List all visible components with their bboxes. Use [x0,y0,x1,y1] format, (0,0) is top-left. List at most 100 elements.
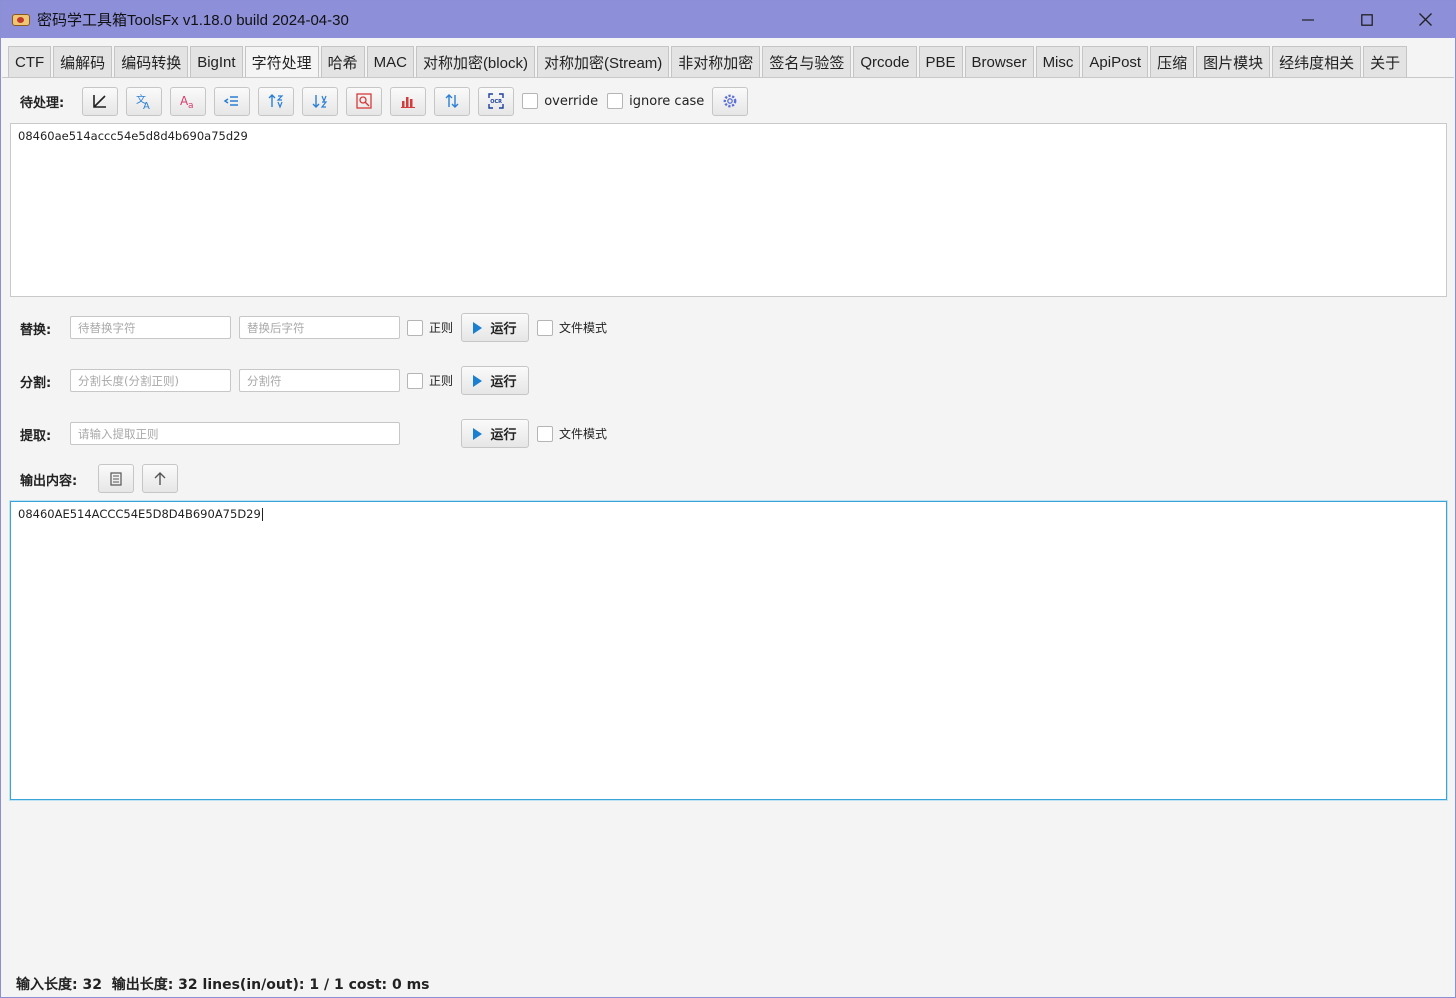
tab-string-process[interactable]: 字符处理 [244,46,319,78]
svg-text:A: A [143,101,150,110]
import-button[interactable] [82,86,119,116]
tab-encoding-convert[interactable]: 编码转换 [114,46,189,77]
title-bar[interactable]: 密码学工具箱ToolsFx v1.18.0 build 2024-04-30 [1,1,1455,38]
split-run-button[interactable]: 运行 [461,366,529,395]
tab-about[interactable]: 关于 [1363,46,1408,77]
app-window: 密码学工具箱ToolsFx v1.18.0 build 2024-04-30 C… [0,0,1456,998]
replace-label: 替换: [20,323,52,338]
play-icon [473,427,483,440]
output-text: 08460AE514ACCC54E5D8D4B690A75D29 [18,507,261,521]
tab-image[interactable]: 图片模块 [1196,46,1271,77]
svg-text:a: a [188,101,194,110]
svg-text:OCR: OCR [490,99,502,105]
override-checkbox[interactable] [522,93,539,109]
tab-geo[interactable]: 经纬度相关 [1272,46,1362,77]
ignore-case-label: ignore case [629,93,705,109]
extract-run-label: 运行 [490,428,517,443]
ignore-case-checkbox[interactable] [607,93,624,109]
tab-bigint[interactable]: BigInt [190,46,243,77]
tab-pbe[interactable]: PBE [918,46,963,77]
input-toolbar: 待处理: 文A Aa OCR override ignore case [20,86,756,116]
ocr-button[interactable]: OCR [478,86,515,116]
split-regex-checkbox[interactable] [407,372,423,389]
tab-symmetric-stream[interactable]: 对称加密(Stream) [536,46,670,77]
split-label: 分割: [20,376,52,391]
output-label: 输出内容: [20,474,78,489]
replace-file-mode-checkbox[interactable] [537,319,553,336]
app-logo-icon [12,12,30,28]
ocr-icon: OCR [488,93,504,109]
replace-file-mode-option[interactable]: 文件模式 [537,319,607,336]
extract-run-button[interactable]: 运行 [461,419,529,448]
swap-icon [445,94,459,108]
ignore-case-option[interactable]: ignore case [607,93,704,109]
tab-compress[interactable]: 压缩 [1150,46,1195,77]
input-textarea[interactable]: 08460ae514accc54e5d8d4b690a75d29 [10,123,1447,297]
sort-desc-button[interactable] [302,86,339,116]
extract-file-mode-option[interactable]: 文件模式 [537,425,607,442]
tab-misc[interactable]: Misc [1035,46,1081,77]
tab-apipost[interactable]: ApiPost [1082,46,1149,77]
tab-browser[interactable]: Browser [964,46,1034,77]
minimize-icon [1301,18,1314,21]
maximize-icon [1360,13,1373,26]
play-icon [473,321,483,334]
extract-regex-input[interactable]: 请输入提取正则 [70,422,400,445]
replace-regex-label: 正则 [429,321,454,335]
tab-divider [2,77,1454,78]
statistics-button[interactable] [390,86,427,116]
window-controls [1278,1,1455,38]
tab-ctf[interactable]: CTF [8,46,52,77]
translate-button[interactable]: 文A [126,86,163,116]
minimize-button[interactable] [1278,1,1337,38]
translate-icon: 文A [136,93,150,110]
case-convert-button[interactable]: Aa [170,86,207,116]
split-separator-input[interactable]: 分割符 [239,369,400,392]
split-regex-option[interactable]: 正则 [407,372,453,389]
replace-find-input[interactable]: 待替换字符 [70,316,231,339]
copy-icon [110,471,122,486]
output-textarea[interactable]: 08460AE514ACCC54E5D8D4B690A75D29 [10,501,1447,800]
override-option[interactable]: override [522,93,598,109]
move-up-button[interactable] [142,464,178,493]
tab-symmetric-block[interactable]: 对称加密(block) [415,46,535,77]
replace-with-input[interactable]: 替换后字符 [239,316,400,339]
tab-hash[interactable]: 哈希 [320,46,365,77]
settings-button[interactable] [712,86,749,116]
indent-icon [223,96,239,106]
tab-encode-decode[interactable]: 编解码 [53,46,113,77]
split-length-input[interactable]: 分割长度(分割正则) [70,369,231,392]
replace-regex-option[interactable]: 正则 [407,319,453,336]
arrow-up-icon [154,471,166,485]
copy-output-button[interactable] [98,464,134,493]
tab-asymmetric[interactable]: 非对称加密 [671,46,761,77]
tab-bar: CTF 编解码 编码转换 BigInt 字符处理 哈希 MAC 对称加密(blo… [8,46,1409,78]
extract-file-mode-checkbox[interactable] [537,425,553,442]
replace-regex-checkbox[interactable] [407,319,423,336]
close-icon [1419,13,1432,26]
sort-asc-icon [268,94,284,109]
replace-run-label: 运行 [490,322,517,337]
remove-duplicate-button[interactable] [346,86,383,116]
extract-label: 提取: [20,429,52,444]
tab-mac[interactable]: MAC [366,46,414,77]
chart-icon [401,97,416,108]
swap-button[interactable] [434,86,471,116]
window-title: 密码学工具箱ToolsFx v1.18.0 build 2024-04-30 [37,12,349,29]
tab-sign-verify[interactable]: 签名与验签 [762,46,852,77]
sort-asc-button[interactable] [258,86,295,116]
input-label: 待处理: [20,95,65,111]
indent-button[interactable] [214,86,251,116]
replace-run-button[interactable]: 运行 [461,313,529,342]
play-icon [473,374,483,387]
text-caret [261,508,263,521]
tab-qrcode[interactable]: Qrcode [853,46,917,77]
remove-duplicate-icon [356,93,372,109]
override-label: override [544,93,599,109]
close-button[interactable] [1396,1,1455,38]
case-icon: Aa [180,94,194,110]
import-icon [93,95,107,108]
maximize-button[interactable] [1337,1,1396,38]
input-text: 08460ae514accc54e5d8d4b690a75d29 [18,129,248,143]
split-run-label: 运行 [490,375,517,390]
